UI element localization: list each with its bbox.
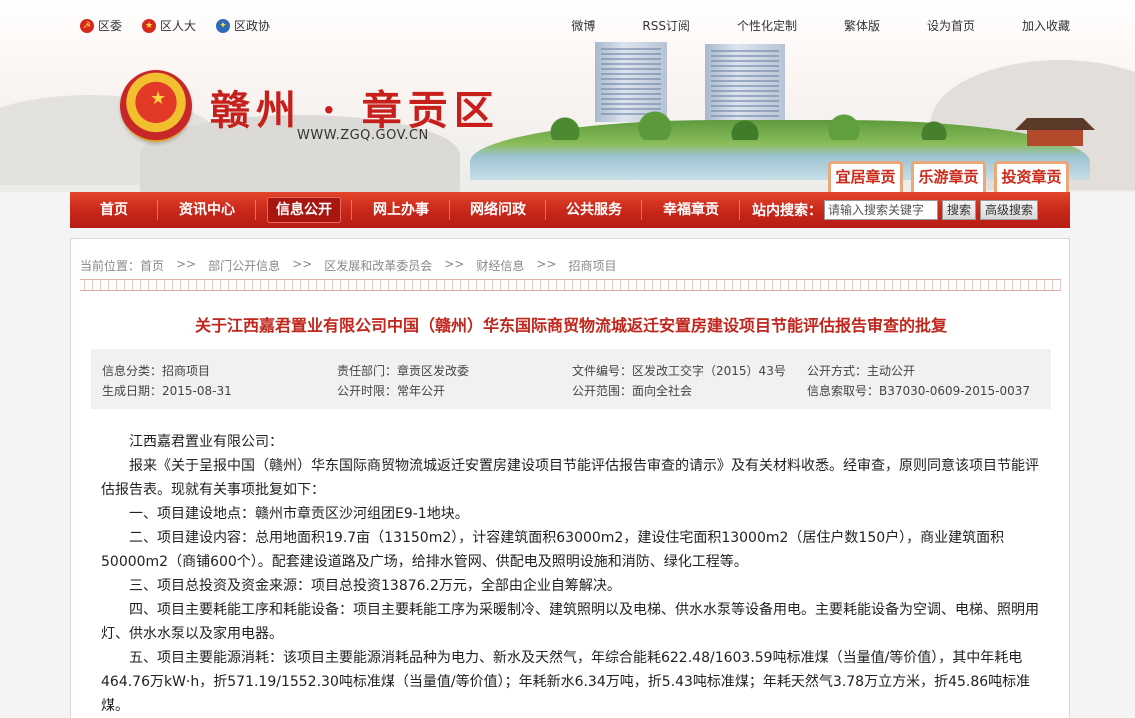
nav-item-info-disclosure[interactable]: 信息公开 xyxy=(256,192,352,228)
site-url: WWW.ZGQ.GOV.CN xyxy=(297,128,429,143)
breadcrumb-separator: >> xyxy=(444,257,465,271)
document-paragraph: 二、项目建设内容：总用地面积19.7亩（13150m2），计容建筑面积63000… xyxy=(101,530,1005,570)
document-paragraph: 报来《关于呈报中国（赣州）华东国际商贸物流城返迁安置房建设项目节能评估报告审查的… xyxy=(101,458,1039,498)
breadcrumb-item[interactable]: 招商项目 xyxy=(569,257,617,274)
breadcrumb-item[interactable]: 首页 xyxy=(140,257,164,274)
breadcrumb-separator: >> xyxy=(536,257,557,271)
breadcrumb-item[interactable]: 区发展和改革委员会 xyxy=(324,257,432,274)
tab-investment[interactable]: 投资章贡 xyxy=(994,161,1069,192)
meta-department: 责任部门：章贡区发改委 xyxy=(337,364,470,378)
top-link-label: 区人大 xyxy=(160,19,197,33)
document-paragraph: 四、项目主要耗能工序和耗能设备：项目主要耗能工序为采暖制冷、建筑照明以及电梯、供… xyxy=(101,602,1039,642)
search-button[interactable]: 搜索 xyxy=(942,200,977,220)
nav-item-happy-zhanggong[interactable]: 幸福章贡 xyxy=(642,192,740,228)
top-link-cppcc[interactable]: ✦ 区政协 xyxy=(216,17,270,34)
party-emblem-icon: ☭ xyxy=(80,18,94,33)
document-body: 江西嘉君置业有限公司： 报来《关于呈报中国（赣州）华东国际商贸物流城返迁安置房建… xyxy=(101,430,1041,718)
breadcrumb-separator: >> xyxy=(292,257,313,271)
set-homepage-link[interactable]: 设为首页 xyxy=(927,17,975,34)
breadcrumb-item[interactable]: 财经信息 xyxy=(476,257,524,274)
site-header: ☭ 区委 ★ 区人大 ✦ 区政协 微博 RSS订阅 个性化定制 繁体版 设为首页… xyxy=(0,0,1135,192)
meta-generated-date: 生成日期：2015-08-31 xyxy=(102,384,232,398)
document-paragraph: 一、项目建设地点：赣州市章贡区沙河组团E9-1地块。 xyxy=(129,506,469,522)
meta-disclosure-period: 公开时限：常年公开 xyxy=(337,384,446,398)
nav-item-online-inquiry[interactable]: 网络问政 xyxy=(450,192,546,228)
nav-item-home[interactable]: 首页 xyxy=(70,192,158,228)
nav-item-news[interactable]: 资讯中心 xyxy=(158,192,256,228)
add-favorite-link[interactable]: 加入收藏 xyxy=(1022,17,1070,34)
pavilion-illustration xyxy=(1015,118,1095,148)
top-link-npc[interactable]: ★ 区人大 xyxy=(142,17,196,34)
meta-document-number: 文件编号：区发改工交字（2015）43号 xyxy=(572,364,786,378)
nav-item-public-services[interactable]: 公共服务 xyxy=(546,192,642,228)
nav-item-online-services[interactable]: 网上办事 xyxy=(352,192,450,228)
main-nav: 首页 资讯中心 信息公开 网上办事 网络问政 公共服务 幸福章贡 站内搜索： 搜… xyxy=(70,192,1070,228)
customize-link[interactable]: 个性化定制 xyxy=(737,17,797,34)
breadcrumb-separator: >> xyxy=(176,257,197,271)
advanced-search-button[interactable]: 高级搜索 xyxy=(980,200,1039,220)
document-title: 关于江西嘉君置业有限公司中国（赣州）华东国际商贸物流城返迁安置房建设项目节能评估… xyxy=(194,316,947,335)
meta-category: 信息分类：招商项目 xyxy=(102,364,211,378)
emblem-star-icon: ★ xyxy=(150,88,167,109)
trees-illustration xyxy=(520,100,970,140)
rss-link[interactable]: RSS订阅 xyxy=(642,17,690,34)
top-link-party[interactable]: ☭ 区委 xyxy=(80,17,122,34)
cppcc-emblem-icon: ✦ xyxy=(216,18,231,33)
breadcrumb-prefix: 当前位置： xyxy=(80,259,141,273)
tab-livable[interactable]: 宜居章贡 xyxy=(828,161,903,192)
document-paragraph: 三、项目总投资及资金来源：项目总投资13876.2万元，全部由企业自筹解决。 xyxy=(129,578,621,594)
top-link-label: 区委 xyxy=(98,19,123,33)
document-paragraph: 五、项目主要能源消耗：该项目主要能源消耗品种为电力、新水及天然气，年综合能耗62… xyxy=(101,650,1031,714)
document-paragraph: 江西嘉君置业有限公司： xyxy=(129,434,283,450)
top-link-label: 区政协 xyxy=(234,19,271,33)
tab-tourism[interactable]: 乐游章贡 xyxy=(911,161,986,192)
meta-index-number: 信息索取号：B37030-0609-2015-0037 xyxy=(807,384,1031,398)
quick-tabs: 宜居章贡 乐游章贡 投资章贡 xyxy=(828,161,1069,192)
decorative-divider xyxy=(80,279,1061,291)
site-search-label: 站内搜索： xyxy=(752,203,822,219)
breadcrumb: 当前位置： 首页 >> 部门公开信息 >> 区发展和改革委员会 >> 财经信息 … xyxy=(80,257,617,274)
top-links-right: 微博 RSS订阅 个性化定制 繁体版 设为首页 加入收藏 xyxy=(571,17,1070,34)
breadcrumb-item[interactable]: 部门公开信息 xyxy=(208,257,280,274)
meta-disclosure-method: 公开方式：主动公开 xyxy=(807,364,916,378)
meta-disclosure-scope: 公开范围：面向全社会 xyxy=(572,384,693,398)
top-links-left: ☭ 区委 ★ 区人大 ✦ 区政协 xyxy=(80,17,270,34)
content-panel: 当前位置： 首页 >> 部门公开信息 >> 区发展和改革委员会 >> 财经信息 … xyxy=(70,238,1070,718)
document-meta-box: 信息分类：招商项目 责任部门：章贡区发改委 文件编号：区发改工交字（2015）4… xyxy=(91,349,1051,409)
weibo-link[interactable]: 微博 xyxy=(571,17,595,34)
traditional-chinese-link[interactable]: 繁体版 xyxy=(844,17,880,34)
search-input[interactable] xyxy=(824,200,938,220)
national-emblem-icon: ★ xyxy=(142,18,157,33)
